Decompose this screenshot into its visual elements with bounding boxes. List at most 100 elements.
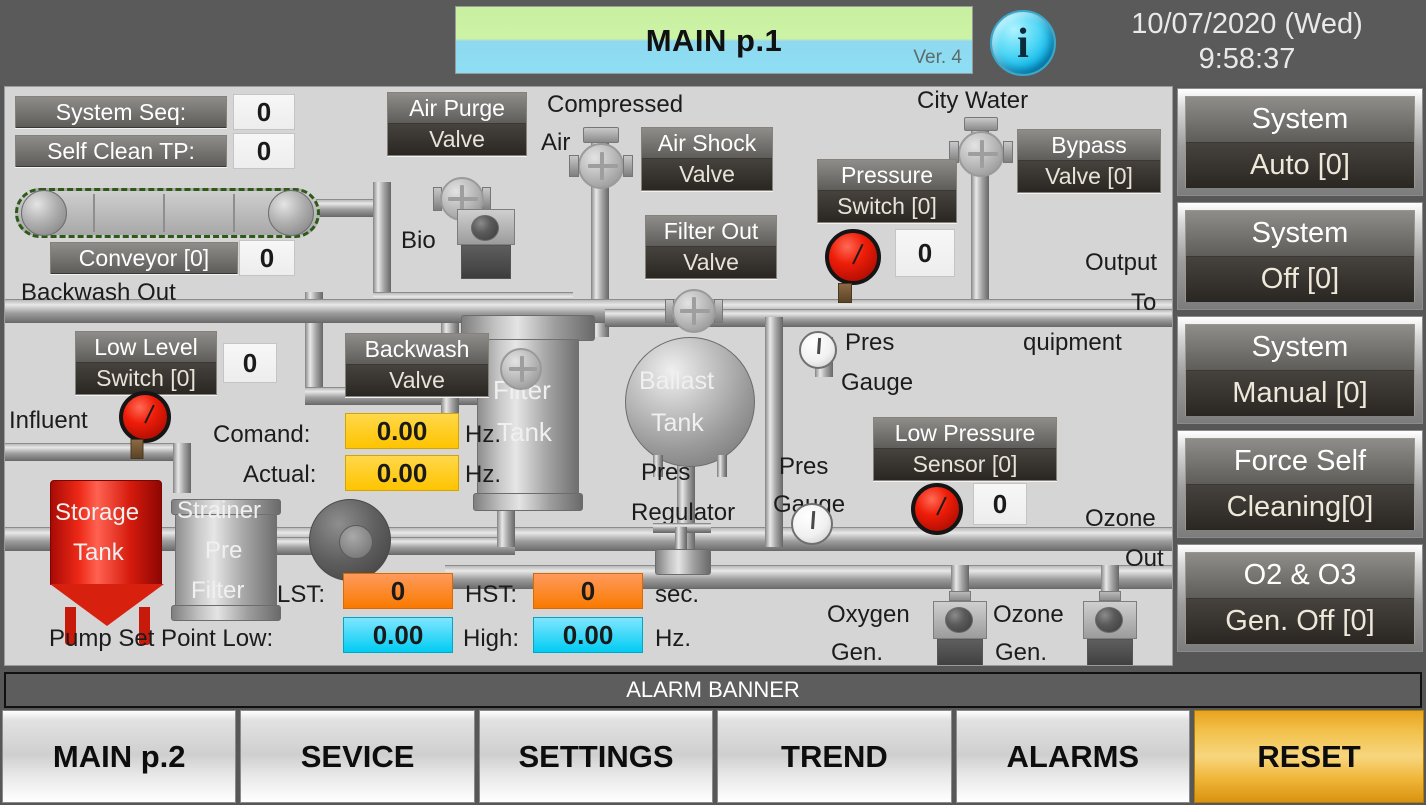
date-label: 10/07/2020 (Wed) xyxy=(1131,8,1363,40)
pressure-switch-line1: Pressure xyxy=(818,160,956,191)
button-face: System Off [0] xyxy=(1185,210,1415,302)
low-level-switch-value-box: 0 xyxy=(223,343,277,383)
nav-alarms[interactable]: ALARMS xyxy=(955,710,1191,803)
ballast-tank-line2: Tank xyxy=(651,409,704,437)
pressure-switch-plate[interactable]: Pressure Switch [0] xyxy=(817,159,957,223)
pressure-switch-gauge-icon xyxy=(825,229,881,285)
actuator-knob xyxy=(945,607,973,633)
compressed-air-line2: Air xyxy=(541,129,571,156)
low-pressure-value: 0 xyxy=(992,489,1008,519)
compressed-air-valve-icon[interactable] xyxy=(569,127,633,189)
conveyor-label: Conveyor [0] xyxy=(51,243,237,274)
actuator-lower-box xyxy=(1087,639,1133,665)
filter-out-valve-icon[interactable] xyxy=(665,285,723,337)
bypass-valve-plate[interactable]: Bypass Valve [0] xyxy=(1017,129,1161,193)
low-pressure-sensor-plate[interactable]: Low Pressure Sensor [0] xyxy=(873,417,1057,481)
pressure-switch-line2: Switch [0] xyxy=(818,191,956,222)
valve-topcap xyxy=(964,117,998,131)
actuator-knob xyxy=(471,215,499,241)
system-seq-value: 0 xyxy=(256,97,272,127)
force-self-cleaning-button[interactable]: Force Self Cleaning[0] xyxy=(1177,430,1423,538)
pipe-influent xyxy=(5,443,191,461)
conveyor-plate[interactable]: Conveyor [0] xyxy=(50,242,238,274)
city-water-valve-icon[interactable] xyxy=(949,117,1013,179)
lst-value-box: 0 xyxy=(343,573,453,609)
filter-out-valve-line2: Valve xyxy=(646,247,776,278)
actual-label: Actual: xyxy=(243,461,317,488)
nav-sevice[interactable]: SEVICE xyxy=(240,710,475,803)
bio-actuator-icon[interactable] xyxy=(457,209,515,281)
backwash-valve-icon[interactable] xyxy=(495,345,547,395)
info-button[interactable]: i xyxy=(990,10,1056,76)
title-bar: MAIN p.1 Ver. 4 i 10/07/2020 (Wed) 9:58:… xyxy=(0,0,1426,86)
oxygen-gen-line2: Gen. xyxy=(831,639,884,666)
o2-o3-gen-off-button[interactable]: O2 & O3 Gen. Off [0] xyxy=(1177,544,1423,652)
conveyor-roller-left xyxy=(21,190,67,236)
pipe-air-purge-down xyxy=(373,182,391,302)
conveyor-value: 0 xyxy=(259,243,275,273)
compressed-air-line1: Compressed xyxy=(547,91,684,118)
time-label: 9:58:37 xyxy=(1198,43,1296,75)
valve-spoke xyxy=(600,152,604,180)
system-auto-button[interactable]: System Auto [0] xyxy=(1177,88,1423,196)
ozone-gen-icon[interactable] xyxy=(1083,591,1137,665)
bypass-valve-line1: Bypass xyxy=(1018,130,1160,161)
influent-label: Influent xyxy=(9,407,88,434)
backwash-valve-line2: Valve xyxy=(346,365,488,396)
nav-main-p2[interactable]: MAIN p.2 xyxy=(2,710,237,803)
output-line3: quipment xyxy=(1023,329,1122,356)
backwash-valve-plate[interactable]: Backwash Valve xyxy=(345,333,489,397)
self-clean-tp-plate[interactable]: Self Clean TP: xyxy=(15,135,227,167)
o2-o3-gen-line2: Gen. Off [0] xyxy=(1186,599,1414,644)
button-face: System Manual [0] xyxy=(1185,324,1415,416)
system-off-button[interactable]: System Off [0] xyxy=(1177,202,1423,310)
button-face: Force Self Cleaning[0] xyxy=(1185,438,1415,530)
valve-flange-right xyxy=(623,155,633,177)
system-manual-button[interactable]: System Manual [0] xyxy=(1177,316,1423,424)
bottom-nav: MAIN p.2 SEVICE SETTINGS TREND ALARMS RE… xyxy=(2,710,1425,803)
gauge-stem xyxy=(130,439,144,459)
datetime-display: 10/07/2020 (Wed) 9:58:37 xyxy=(1072,6,1422,80)
pressure-switch-value-box: 0 xyxy=(895,229,955,277)
pump-hub xyxy=(339,525,373,559)
self-clean-tp-value: 0 xyxy=(256,136,272,166)
ozone-gen-line2: Gen. xyxy=(995,639,1048,666)
pump-setpoint-high-value: 0.00 xyxy=(562,620,614,650)
hmi-screen: MAIN p.1 Ver. 4 i 10/07/2020 (Wed) 9:58:… xyxy=(0,0,1426,805)
actuator-lower-box xyxy=(461,245,511,279)
alarm-banner[interactable]: ALARM BANNER xyxy=(4,672,1422,708)
filter-out-valve-plate[interactable]: Filter Out Valve xyxy=(645,215,777,279)
actual-value: 0.00 xyxy=(376,458,428,488)
storage-tank-line1: Storage xyxy=(55,499,140,526)
gauge-needle xyxy=(144,404,155,424)
nav-settings[interactable]: SETTINGS xyxy=(478,710,714,803)
pres-regulator-line1: Pres xyxy=(641,459,691,486)
system-auto-line2: Auto [0] xyxy=(1186,143,1414,188)
output-line2: To xyxy=(1131,289,1157,316)
air-shock-valve-plate[interactable]: Air Shock Valve xyxy=(641,127,773,191)
nav-trend[interactable]: TREND xyxy=(717,710,952,803)
low-pressure-sensor-line2: Sensor [0] xyxy=(874,449,1056,480)
air-purge-valve-line2: Valve xyxy=(388,124,526,155)
nav-reset[interactable]: RESET xyxy=(1194,710,1425,803)
pump-setpoint-unit: Hz. xyxy=(655,625,691,652)
system-seq-plate[interactable]: System Seq: xyxy=(15,96,227,128)
filter-tank-base xyxy=(473,493,583,511)
conveyor-divider xyxy=(163,194,165,232)
storage-tank-line2: Tank xyxy=(73,539,124,566)
strainer-line2: Pre xyxy=(205,537,243,564)
button-face: O2 & O3 Gen. Off [0] xyxy=(1185,552,1415,644)
oxygen-gen-icon[interactable] xyxy=(933,591,987,665)
actuator-lower-box xyxy=(937,639,983,665)
storage-tank-body xyxy=(50,480,162,585)
system-manual-line2: Manual [0] xyxy=(1186,371,1414,416)
conveyor-divider xyxy=(233,194,235,232)
air-shock-valve-line1: Air Shock xyxy=(642,128,772,159)
conveyor-belt xyxy=(15,188,320,238)
air-purge-valve-plate[interactable]: Air Purge Valve xyxy=(387,92,527,156)
oxygen-gen-line1: Oxygen xyxy=(827,601,910,628)
low-level-switch-plate[interactable]: Low Level Switch [0] xyxy=(75,331,217,395)
actuator-knob xyxy=(1095,607,1123,633)
filter-out-valve-line1: Filter Out xyxy=(646,216,776,247)
gauge-needle xyxy=(811,511,816,530)
